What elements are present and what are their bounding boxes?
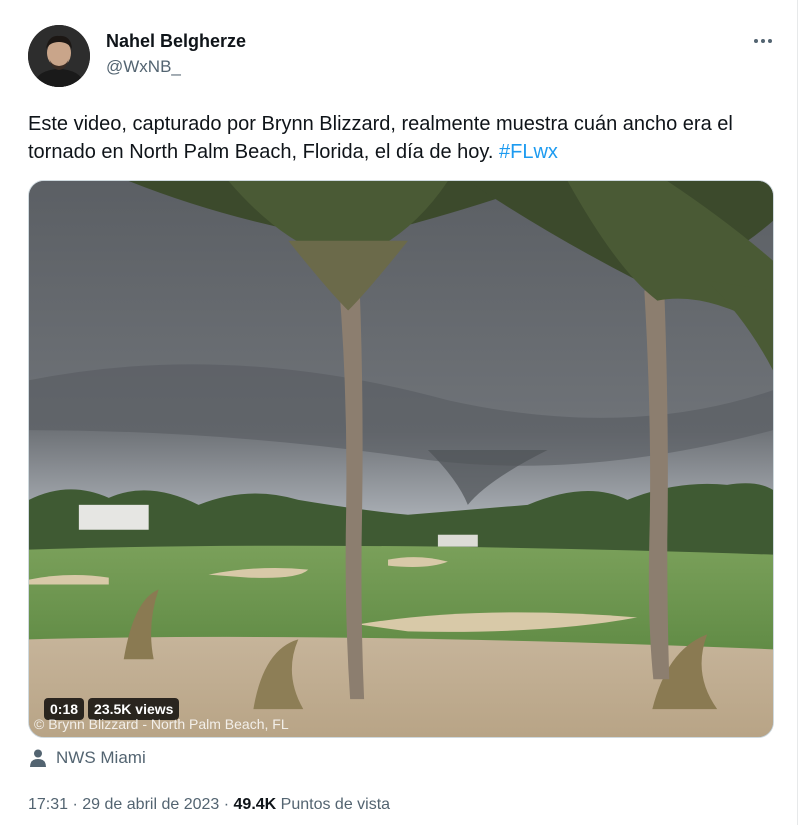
tweet-body: Este video, capturado por Brynn Blizzard… <box>28 113 733 163</box>
video-frame <box>29 181 773 737</box>
meta-separator-2: · <box>223 796 230 813</box>
views-count: 49.4K <box>233 796 277 813</box>
meta-separator: · <box>72 796 78 813</box>
tweet-date[interactable]: 29 de abril de 2023 <box>82 796 219 813</box>
tweet-meta: 17:31 · 29 de abril de 2023 · 49.4K Punt… <box>28 796 390 814</box>
avatar-image <box>28 25 90 87</box>
tweet-text: Este video, capturado por Brynn Blizzard… <box>28 110 788 166</box>
views-label: Puntos de vista <box>280 796 391 813</box>
source-label: NWS Miami <box>56 748 146 767</box>
tweet-card: Nahel Belgherze @WxNB_ Este video, captu… <box>0 0 798 825</box>
tweet-time[interactable]: 17:31 <box>28 796 68 813</box>
author-name[interactable]: Nahel Belgherze <box>106 31 246 52</box>
more-icon[interactable] <box>748 30 778 52</box>
hashtag-link[interactable]: #FLwx <box>499 141 558 163</box>
person-icon <box>30 749 46 767</box>
author-handle[interactable]: @WxNB_ <box>106 57 181 77</box>
avatar[interactable] <box>28 25 90 87</box>
video-watermark: © Brynn Blizzard - North Palm Beach, FL <box>34 716 289 732</box>
video-player[interactable] <box>28 180 774 738</box>
source-link[interactable]: NWS Miami <box>30 748 146 768</box>
